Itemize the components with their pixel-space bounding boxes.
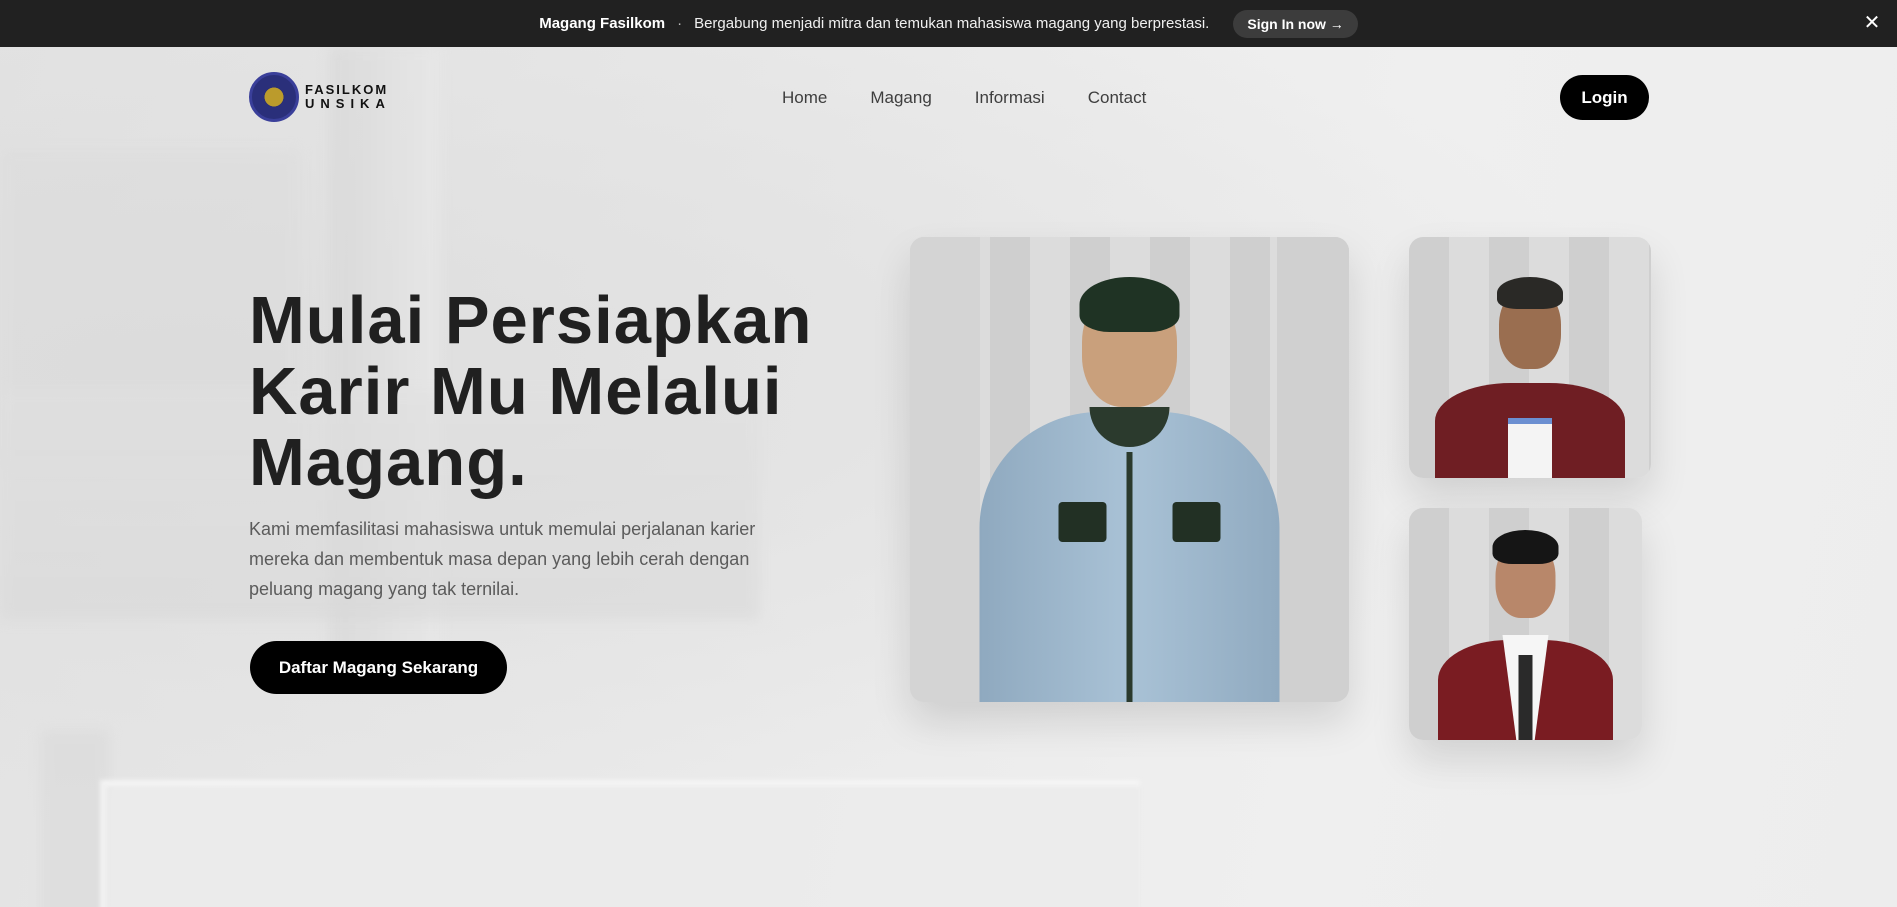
logo-line-1: FASILKOM [305, 82, 389, 97]
announcement-separator: · [677, 15, 683, 32]
site-logo[interactable]: FASILKOM UNSIKA [249, 72, 391, 122]
university-seal-icon [249, 72, 299, 122]
login-button[interactable]: Login [1560, 75, 1649, 120]
student-photo-top-right [1409, 237, 1651, 478]
nav-item-informasi[interactable]: Informasi [975, 88, 1045, 108]
student-photo-main [910, 237, 1349, 702]
register-internship-button[interactable]: Daftar Magang Sekarang [250, 641, 507, 694]
hero-title-line-1: Mulai Persiapkan [249, 283, 813, 358]
logo-line-2: UNSIKA [305, 96, 391, 111]
announcement-message: Bergabung menjadi mitra dan temukan maha… [694, 15, 1210, 32]
hero-description: Kami memfasilitasi mahasiswa untuk memul… [249, 519, 756, 599]
student-portrait [910, 237, 1349, 702]
logo-text: FASILKOM UNSIKA [305, 83, 391, 111]
student-portrait [1409, 508, 1642, 740]
nav-item-magang[interactable]: Magang [870, 88, 931, 108]
hero-title: Mulai Persiapkan Karir Mu Melalui Magang… [249, 285, 812, 498]
student-portrait [1409, 237, 1651, 478]
main-navbar: FASILKOM UNSIKA Home Magang Informasi Co… [0, 47, 1897, 147]
hero-title-line-2: Karir Mu Melalui [249, 354, 783, 429]
sign-in-button[interactable]: Sign In now → [1233, 9, 1358, 38]
nav-menu: Home Magang Informasi Contact [782, 88, 1146, 108]
nav-item-home[interactable]: Home [782, 88, 827, 108]
announcement-bar: Magang Fasilkom · Bergabung menjadi mitr… [0, 0, 1897, 47]
close-icon[interactable]: ✕ [1861, 12, 1883, 34]
hero-title-line-3: Magang. [249, 425, 528, 500]
nav-item-contact[interactable]: Contact [1088, 88, 1147, 108]
announcement-brand: Magang Fasilkom [539, 15, 666, 32]
student-photo-bottom-right [1409, 508, 1642, 740]
